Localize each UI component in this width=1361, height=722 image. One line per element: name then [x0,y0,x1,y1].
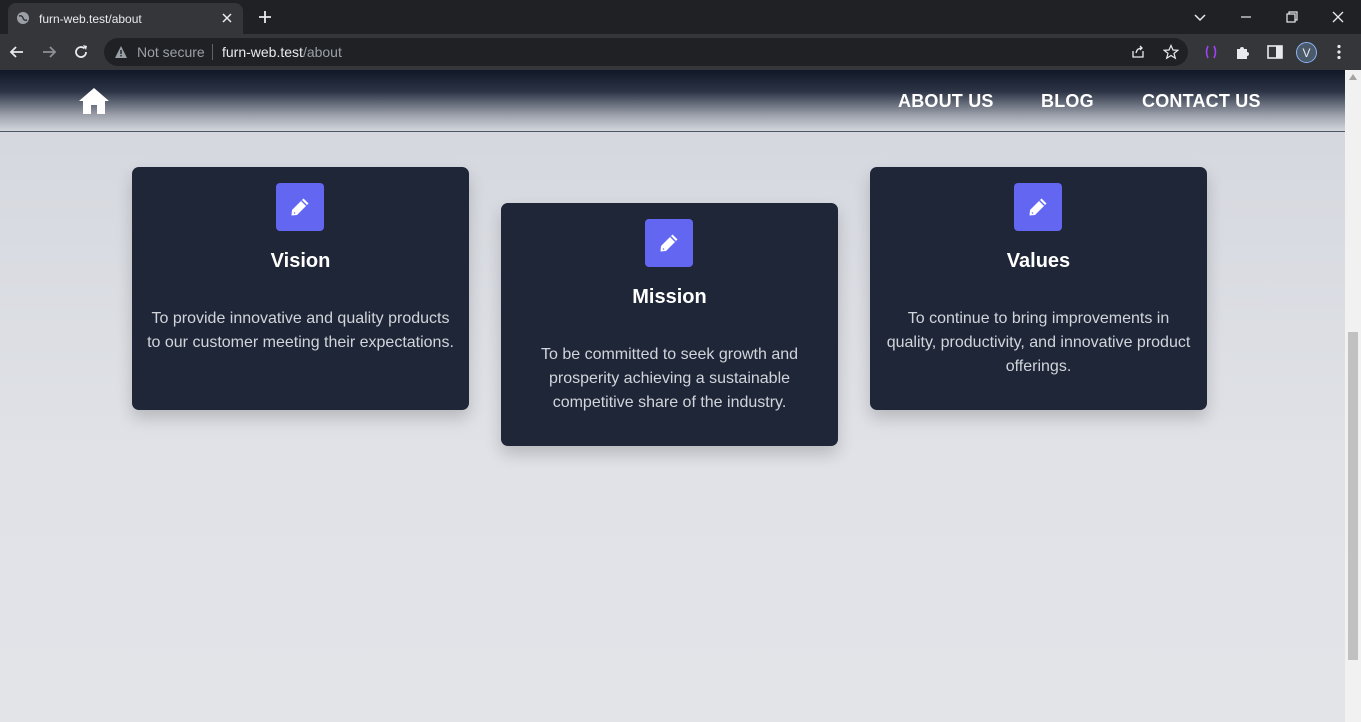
profile-avatar[interactable]: V [1296,42,1317,63]
mission-title: Mission [632,286,707,308]
bookmark-star-icon[interactable] [1163,44,1179,60]
address-bar[interactable]: Not secure furn-web.test/about [104,38,1188,66]
back-icon[interactable] [7,42,27,62]
home-icon[interactable] [78,87,110,115]
nav-about-us[interactable]: ABOUT US [898,90,994,112]
nav-contact-us[interactable]: CONTACT US [1142,90,1261,112]
address-separator [212,44,213,60]
pencil-icon [291,198,309,216]
security-label[interactable]: Not secure [137,44,205,60]
mission-text: To be committed to seek growth and prosp… [540,346,799,411]
close-tab-icon[interactable] [220,11,234,25]
extensions-puzzle-icon[interactable] [1234,43,1252,61]
values-icon-box [1014,183,1062,231]
url-host: furn-web.test [222,44,303,60]
forward-icon[interactable] [39,42,59,62]
globe-icon [17,12,29,24]
mission-icon-box [645,219,693,267]
page-viewport: ABOUT US BLOG CONTACT US Vision To provi… [0,70,1345,722]
mission-card: Mission To be committed to seek growth a… [501,203,838,446]
extension-brackets-icon[interactable] [1202,43,1220,61]
more-menu-icon[interactable] [1330,43,1348,61]
new-tab-icon[interactable] [256,8,274,26]
site-header: ABOUT US BLOG CONTACT US [0,70,1345,132]
scrollbar-thumb[interactable] [1348,332,1358,660]
restore-icon[interactable] [1282,7,1302,27]
url-path: /about [302,44,342,60]
url-text[interactable]: furn-web.test/about [222,44,342,60]
values-text: To continue to bring improvements in qua… [886,310,1191,375]
tab-search-icon[interactable] [1190,7,1210,27]
close-window-icon[interactable] [1328,7,1348,27]
scroll-up-arrow-icon[interactable] [1349,74,1357,80]
values-title: Values [1006,250,1071,272]
tab-title: furn-web.test/about [39,12,142,26]
side-panel-icon[interactable] [1266,43,1284,61]
minimize-icon[interactable] [1236,7,1256,27]
browser-tab[interactable]: furn-web.test/about [8,3,243,34]
values-card: Values To continue to bring improvements… [870,167,1207,410]
warning-icon[interactable] [114,45,128,59]
vision-icon-box [276,183,324,231]
browser-tab-bar: furn-web.test/about [0,0,1361,34]
browser-toolbar: Not secure furn-web.test/about V [0,34,1361,70]
vision-title: Vision [270,250,331,272]
vision-text: To provide innovative and quality produc… [147,310,454,351]
reload-icon[interactable] [71,42,91,62]
nav-blog[interactable]: BLOG [1041,90,1094,112]
pencil-icon [660,234,678,252]
page-scrollbar[interactable] [1345,70,1361,722]
pencil-icon [1029,198,1047,216]
vision-card: Vision To provide innovative and quality… [132,167,469,410]
share-icon[interactable] [1130,44,1146,60]
